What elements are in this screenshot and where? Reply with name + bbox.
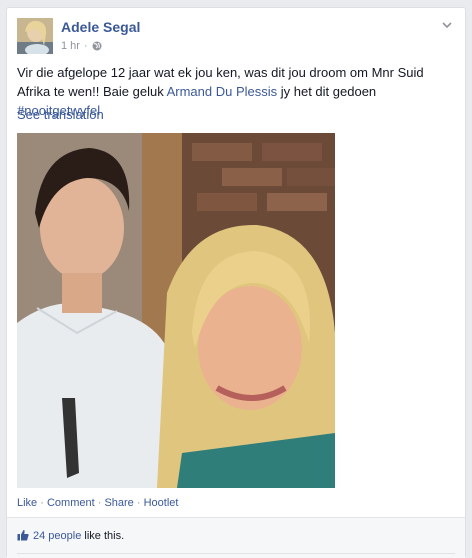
like-button[interactable]: Like bbox=[17, 497, 37, 509]
likes-count-link[interactable]: 24 people bbox=[33, 530, 81, 542]
post-text-part: jy het dit gedoen bbox=[277, 84, 377, 99]
share-button[interactable]: Share bbox=[104, 497, 133, 509]
author-avatar[interactable] bbox=[17, 18, 53, 54]
author-name-link[interactable]: Adele Segal bbox=[61, 19, 140, 35]
likes-summary: 24 people like this. bbox=[7, 517, 465, 558]
thumbs-up-icon bbox=[17, 530, 29, 541]
post-photo[interactable] bbox=[17, 133, 335, 488]
action-separator: · bbox=[94, 497, 105, 509]
post-meta: 1 hr · bbox=[61, 40, 102, 52]
see-translation-link[interactable]: See translation bbox=[17, 107, 104, 122]
mention-link[interactable]: Armand Du Plessis bbox=[167, 84, 278, 99]
meta-separator: · bbox=[83, 40, 88, 52]
comment-button[interactable]: Comment bbox=[47, 497, 95, 509]
post-actions: Like · Comment · Share · Hootlet bbox=[17, 497, 178, 509]
likes-text: 24 people like this. bbox=[33, 530, 124, 542]
hootlet-button[interactable]: Hootlet bbox=[144, 497, 179, 509]
globe-icon[interactable] bbox=[92, 41, 102, 51]
action-separator: · bbox=[37, 497, 47, 509]
divider bbox=[17, 553, 455, 554]
post-card: Adele Segal 1 hr · Vir die afgelope 12 j… bbox=[6, 7, 466, 558]
action-separator: · bbox=[133, 497, 144, 509]
likes-suffix: like this. bbox=[81, 530, 125, 542]
chevron-down-icon[interactable] bbox=[441, 20, 453, 30]
post-timestamp[interactable]: 1 hr bbox=[61, 40, 80, 52]
